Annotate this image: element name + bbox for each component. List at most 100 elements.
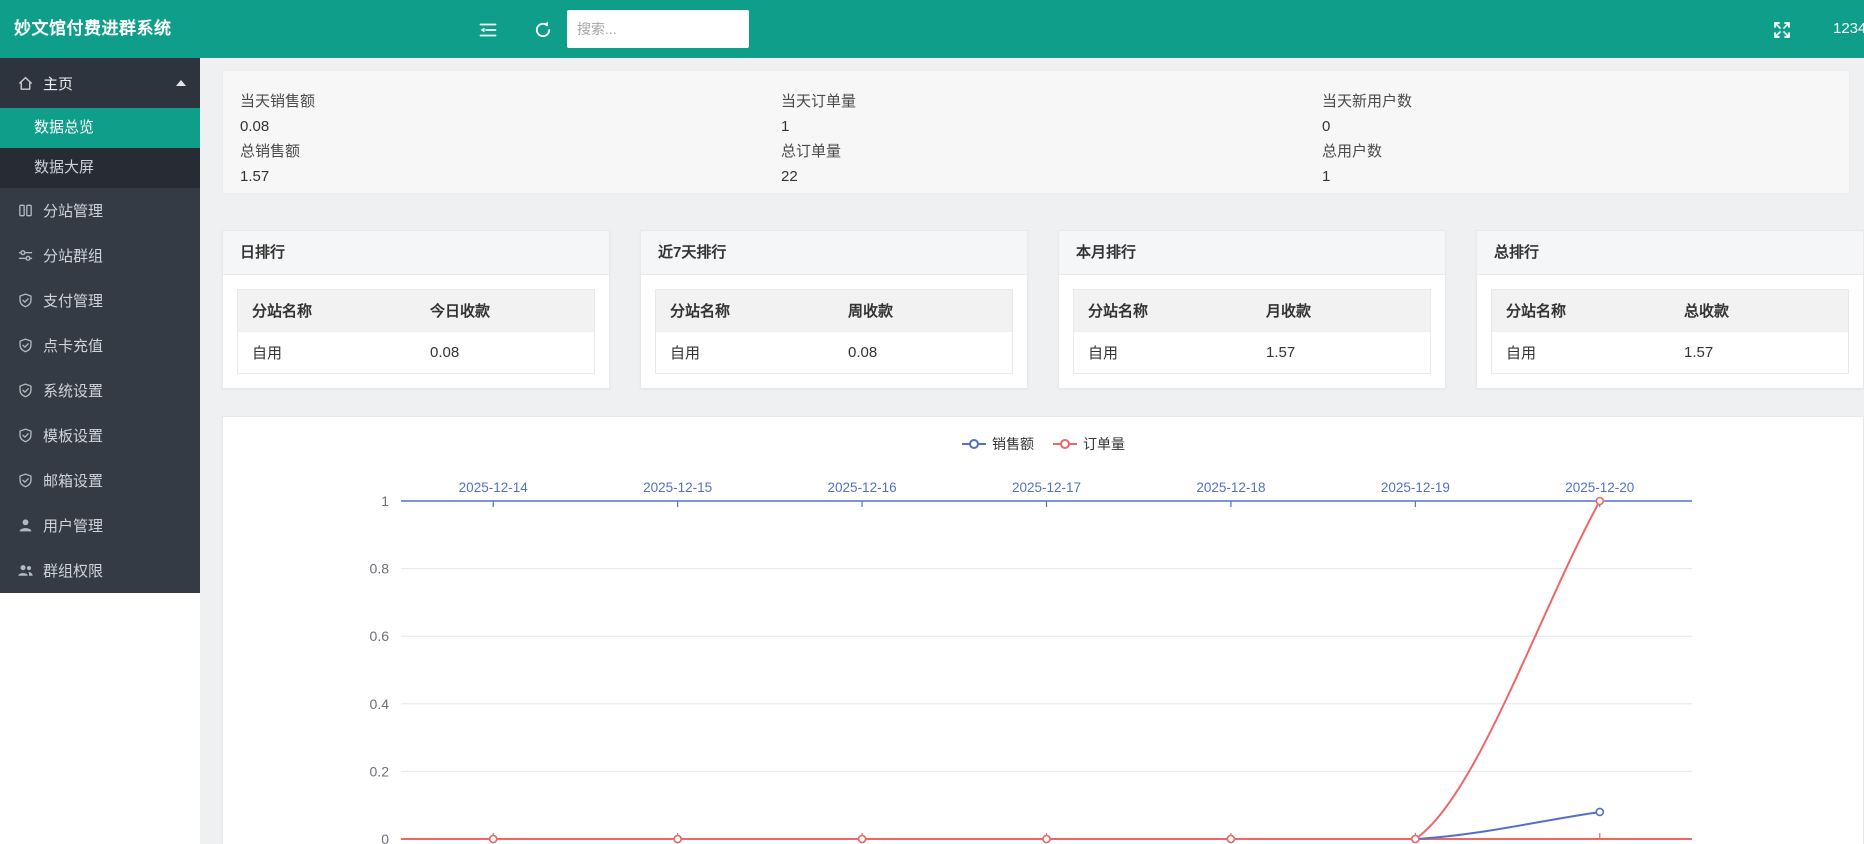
column-header: 分站名称 [656, 290, 835, 332]
data-point [1412, 836, 1419, 843]
shield-check-icon [17, 382, 34, 399]
main-content: 当天销售额 0.08 当天订单量 1 当天新用户数 0 总销售额 1.57 总订… [200, 58, 1864, 844]
sidebar-item-template-settings[interactable]: 模板设置 [0, 413, 200, 458]
ranking-card-total: 总排行 分站名称 总收款 自用 1.57 [1476, 230, 1864, 389]
legend-label: 订单量 [1083, 434, 1125, 454]
ranking-table: 分站名称 月收款 自用 1.57 [1073, 289, 1431, 374]
ranking-card-7days: 近7天排行 分站名称 周收款 自用 0.08 [640, 230, 1028, 389]
x-tick-label-top: 2025-12-19 [1381, 480, 1450, 495]
ranking-table: 分站名称 周收款 自用 0.08 [655, 289, 1013, 374]
table-cell: 0.08 [834, 332, 1013, 374]
stats-panel: 当天销售额 0.08 当天订单量 1 当天新用户数 0 总销售额 1.57 总订… [222, 70, 1850, 194]
home-icon [17, 75, 34, 92]
sidebar-item-home[interactable]: 主页 [0, 58, 200, 108]
line-marker-icon [1052, 438, 1078, 450]
columns-icon [17, 202, 34, 219]
table-cell: 自用 [238, 332, 417, 374]
sidebar-item-group-permissions[interactable]: 群组权限 [0, 548, 200, 593]
sidebar-item-data-screen[interactable]: 数据大屏 [0, 148, 200, 188]
search-input[interactable] [567, 10, 749, 48]
table-cell: 1.57 [1670, 332, 1849, 374]
sidebar-item-mail-settings[interactable]: 邮箱设置 [0, 458, 200, 503]
table-row: 自用 1.57 [1074, 332, 1431, 374]
stat-label: 当天销售额 [240, 90, 781, 111]
data-point [674, 836, 681, 843]
line-marker-icon [961, 438, 987, 450]
ranking-card-daily: 日排行 分站名称 今日收款 自用 0.08 [222, 230, 610, 389]
menu-toggle-icon [478, 20, 498, 40]
table-row: 自用 0.08 [656, 332, 1013, 374]
stat-label: 总销售额 [240, 140, 781, 161]
app-title: 妙文馆付费进群系统 [14, 0, 172, 58]
data-point [859, 836, 866, 843]
refresh-button[interactable] [533, 20, 553, 40]
sidebar-item-card-recharge[interactable]: 点卡充值 [0, 323, 200, 368]
sidebar-item-substation-management[interactable]: 分站管理 [0, 188, 200, 233]
ranking-table: 分站名称 总收款 自用 1.57 [1491, 289, 1849, 374]
table-row: 自用 1.57 [1492, 332, 1849, 374]
stat-cell: 当天新用户数 0 [1322, 90, 1849, 127]
data-point [490, 836, 497, 843]
sidebar-item-data-overview[interactable]: 数据总览 [0, 108, 200, 148]
stat-cell: 总订单量 22 [781, 140, 1322, 177]
table-cell: 1.57 [1252, 332, 1431, 374]
x-tick-label-top: 2025-12-17 [1012, 480, 1081, 495]
user-icon [17, 517, 34, 534]
stat-label: 总订单量 [781, 140, 1322, 161]
users-icon [17, 562, 34, 579]
y-tick-label: 0.4 [370, 696, 390, 712]
stat-cell: 当天销售额 0.08 [240, 90, 781, 127]
table-cell: 自用 [656, 332, 835, 374]
stat-label: 总用户数 [1322, 140, 1849, 161]
y-tick-label: 0 [381, 831, 389, 844]
sidebar-item-system-settings[interactable]: 系统设置 [0, 368, 200, 413]
column-header: 周收款 [834, 290, 1013, 332]
y-tick-label: 0.8 [370, 561, 390, 577]
column-header: 今日收款 [416, 290, 595, 332]
sidebar-item-payment-management[interactable]: 支付管理 [0, 278, 200, 323]
data-point [1596, 498, 1603, 505]
ranking-card-title: 近7天排行 [641, 231, 1027, 275]
stat-value: 22 [781, 168, 1322, 185]
x-tick-label-top: 2025-12-14 [459, 480, 529, 495]
fullscreen-button[interactable] [1772, 20, 1792, 40]
stat-label: 当天订单量 [781, 90, 1322, 111]
refresh-icon [533, 20, 553, 40]
table-cell: 自用 [1492, 332, 1671, 374]
header: 妙文馆付费进群系统 [0, 0, 1864, 58]
sidebar-item-substation-groups[interactable]: 分站群组 [0, 233, 200, 278]
stat-value: 0 [1322, 118, 1849, 135]
y-tick-label: 1 [381, 493, 389, 509]
x-tick-label-top: 2025-12-16 [828, 480, 897, 495]
ranking-card-title: 本月排行 [1059, 231, 1445, 275]
shield-check-icon [17, 337, 34, 354]
sliders-icon [17, 247, 34, 264]
menu-toggle-button[interactable] [478, 20, 498, 40]
y-tick-label: 0.2 [370, 763, 390, 779]
column-header: 分站名称 [238, 290, 417, 332]
table-cell: 0.08 [416, 332, 595, 374]
chart-legend: 销售额 订单量 [223, 434, 1863, 454]
stat-cell: 总销售额 1.57 [240, 140, 781, 177]
column-header: 总收款 [1670, 290, 1849, 332]
sidebar-item-label: 主页 [43, 73, 73, 94]
stat-cell: 总用户数 1 [1322, 140, 1849, 177]
legend-item-sales[interactable]: 销售额 [961, 434, 1034, 454]
y-tick-label: 0.6 [370, 628, 390, 644]
stat-cell: 当天订单量 1 [781, 90, 1322, 127]
caret-up-icon [176, 80, 186, 86]
sales-orders-chart: 00.20.40.60.812025-12-142025-12-142025-1… [223, 417, 1864, 844]
sidebar: 主页 数据总览 数据大屏 分站管理 [0, 58, 200, 844]
series-line-1 [493, 501, 1600, 839]
shield-check-icon [17, 292, 34, 309]
data-point [1596, 808, 1603, 815]
column-header: 月收款 [1252, 290, 1431, 332]
table-row: 自用 0.08 [238, 332, 595, 374]
x-tick-label-top: 2025-12-15 [643, 480, 712, 495]
username[interactable]: 12345 [1833, 0, 1864, 58]
table-cell: 自用 [1074, 332, 1253, 374]
sidebar-item-user-management[interactable]: 用户管理 [0, 503, 200, 548]
data-point [1227, 836, 1234, 843]
legend-item-orders[interactable]: 订单量 [1052, 434, 1125, 454]
ranking-card-title: 总排行 [1477, 231, 1863, 275]
